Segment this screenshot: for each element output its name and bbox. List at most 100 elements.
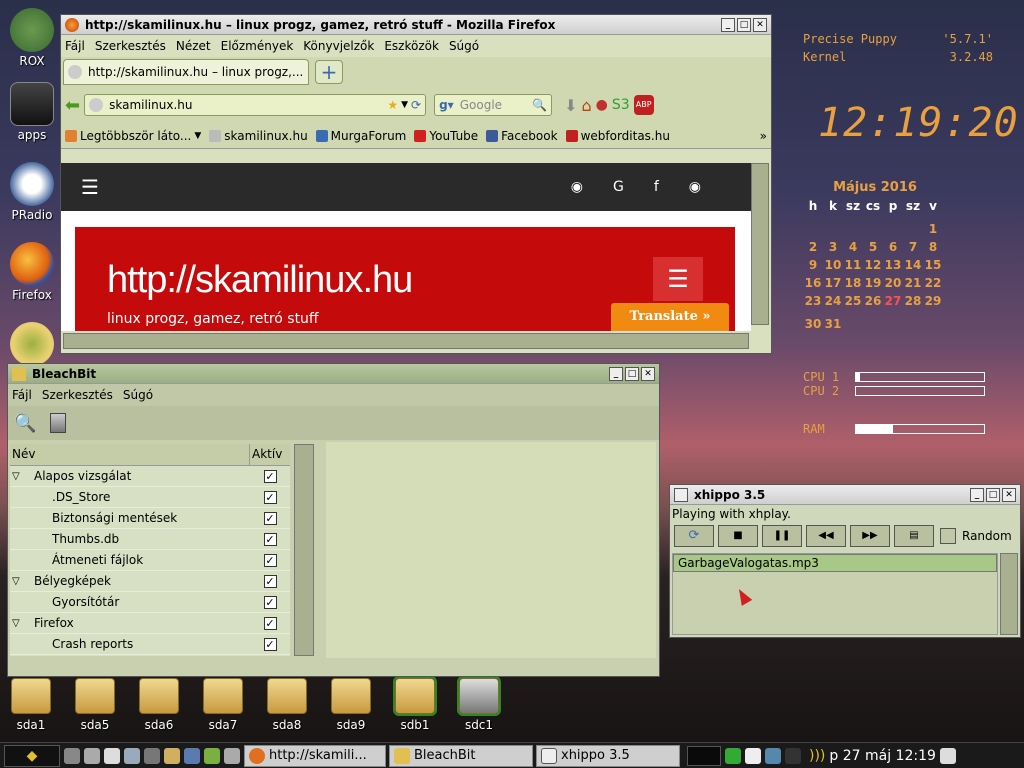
task-bleachbit[interactable]: BleachBit [389, 744, 533, 767]
drive-sda5[interactable]: sda5 [67, 678, 123, 732]
ladybug-icon[interactable]: ● [596, 97, 608, 113]
tree-row[interactable]: Crash reports ✓ [10, 634, 290, 655]
desktop-icon-firefox[interactable]: Firefox [4, 242, 60, 302]
column-name[interactable]: Név [10, 444, 250, 465]
tree-scrollbar[interactable] [294, 444, 314, 656]
active-checkbox[interactable]: ✓ [263, 469, 277, 483]
tree-row[interactable]: ▽ Alapos vizsgálat ✓ [10, 466, 290, 487]
close-button[interactable]: ✕ [1002, 487, 1016, 502]
translate-button[interactable]: Translate » [611, 303, 729, 331]
new-tab-button[interactable]: + [315, 60, 343, 84]
active-checkbox[interactable]: ✓ [263, 553, 277, 567]
clipboard-icon[interactable] [745, 747, 761, 764]
bookmark-youtube[interactable]: YouTube [414, 129, 478, 143]
tree-row[interactable]: Átmeneti fájlok ✓ [10, 550, 290, 571]
star-icon[interactable]: ★ [387, 98, 398, 112]
random-checkbox[interactable] [940, 528, 956, 544]
eject-icon[interactable]: ▤ [894, 525, 934, 547]
tree-row[interactable]: .DS_Store ✓ [10, 487, 290, 508]
search-box[interactable]: g▾ Google 🔍 [434, 94, 553, 116]
playlist-item[interactable]: GarbageValogatas.mp3 [673, 554, 997, 572]
tab-active[interactable]: http://skamilinux.hu – linux progz,... [63, 59, 309, 85]
more-bookmarks-icon[interactable]: » [760, 129, 767, 143]
bookmark-most-visited[interactable]: Legtöbbször láto... ▼ [65, 129, 201, 143]
settings-gear-icon[interactable] [84, 747, 100, 764]
minimize-button[interactable]: _ [970, 487, 984, 502]
maximize-button[interactable]: □ [986, 487, 1000, 502]
drive-sda6[interactable]: sda6 [131, 678, 187, 732]
menu-edit[interactable]: Szerkesztés [42, 388, 113, 402]
maximize-button[interactable]: □ [625, 366, 639, 381]
drive-sdb1[interactable]: sdb1 [387, 676, 443, 732]
fast-forward-icon[interactable]: ▶▶ [850, 525, 890, 547]
close-button[interactable]: ✕ [641, 366, 655, 381]
desktop-icon-teacup[interactable] [4, 322, 60, 368]
display-icon[interactable] [785, 747, 801, 764]
computer-icon[interactable] [124, 747, 140, 764]
site-hamburger-button[interactable]: ☰ [653, 257, 703, 301]
xhippo-titlebar[interactable]: xhippo 3.5 _ □ ✕ [670, 485, 1020, 505]
network-icon[interactable] [765, 747, 781, 764]
vertical-scrollbar[interactable] [751, 163, 769, 325]
adblock-icon[interactable]: ABP [633, 95, 654, 115]
tree-row[interactable]: ▽ Bélyegképek ✓ [10, 571, 290, 592]
menu-history[interactable]: Előzmények [221, 39, 294, 53]
files-icon[interactable] [164, 747, 180, 764]
desktop-icon-pradio[interactable]: PRadio [4, 162, 60, 222]
expander-triangle-icon[interactable]: ▽ [12, 576, 34, 587]
hamburger-menu-icon[interactable]: ☰ [81, 175, 99, 199]
s3-icon[interactable]: S3 [612, 97, 630, 113]
menu-help[interactable]: Súgó [123, 388, 153, 402]
bookmark-webforditas[interactable]: webforditas.hu [565, 129, 670, 143]
reload-icon[interactable]: ⟳ [411, 98, 421, 112]
active-checkbox[interactable]: ✓ [263, 637, 277, 651]
rss-icon[interactable]: ◉ [571, 179, 613, 195]
close-button[interactable]: ✕ [753, 17, 767, 32]
stop-icon[interactable]: ■ [718, 525, 758, 547]
menu-help[interactable]: Súgó [449, 39, 479, 53]
drive-sda9[interactable]: sda9 [323, 678, 379, 732]
task-firefox[interactable]: http://skamili... [244, 744, 386, 767]
bookmark-murgaforum[interactable]: MurgaForum [315, 129, 406, 143]
drive-sdc1[interactable]: sdc1 [451, 676, 507, 732]
menu-bookmarks[interactable]: Könyvjelzők [303, 39, 374, 53]
playlist-scrollbar[interactable] [1000, 553, 1018, 635]
paper-plane-icon[interactable] [224, 747, 240, 764]
expander-triangle-icon[interactable]: ▽ [12, 471, 34, 482]
editor-icon[interactable] [204, 747, 220, 764]
quicklaunch-icon[interactable] [64, 747, 80, 764]
back-arrow-icon[interactable]: ⬅ [65, 95, 80, 116]
delete-trash-icon[interactable] [50, 413, 67, 433]
minimize-button[interactable]: _ [609, 366, 623, 381]
battery-icon[interactable] [725, 747, 741, 764]
menu-file[interactable]: Fájl [65, 39, 85, 53]
maximize-button[interactable]: □ [737, 17, 751, 32]
tree-row[interactable]: Biztonsági mentések ✓ [10, 508, 290, 529]
info-icon[interactable] [939, 747, 956, 764]
drive-sda7[interactable]: sda7 [195, 678, 251, 732]
taskbar-clock[interactable]: p 27 máj 12:19 [829, 748, 936, 764]
active-checkbox[interactable]: ✓ [263, 490, 277, 504]
desktop-icon-rox[interactable]: ROX [4, 8, 60, 68]
download-arrow-icon[interactable]: ⬇ [564, 96, 577, 115]
active-checkbox[interactable]: ✓ [263, 574, 277, 588]
active-checkbox[interactable]: ✓ [263, 532, 277, 546]
tree-row[interactable]: Gyorsítótár ✓ [10, 592, 290, 613]
menu-file[interactable]: Fájl [12, 388, 32, 402]
menu-tools[interactable]: Eszközök [384, 39, 439, 53]
minimize-button[interactable]: _ [721, 17, 735, 32]
task-xhippo[interactable]: xhippo 3.5 [536, 744, 680, 767]
menu-view[interactable]: Nézet [176, 39, 211, 53]
calculator-icon[interactable] [184, 747, 200, 764]
expander-triangle-icon[interactable]: ▽ [12, 618, 34, 629]
site-heading[interactable]: http://skamilinux.hu [107, 259, 413, 302]
active-checkbox[interactable]: ✓ [263, 595, 277, 609]
eyes-icon[interactable] [104, 747, 120, 764]
preview-magnifier-icon[interactable]: 🔍 [14, 413, 36, 434]
rewind-icon[interactable]: ◀◀ [806, 525, 846, 547]
tree-row[interactable]: ▽ Firefox ✓ [10, 613, 290, 634]
active-checkbox[interactable]: ✓ [263, 511, 277, 525]
firefox-titlebar[interactable]: http://skamilinux.hu – linux progz, game… [61, 15, 771, 35]
bleachbit-titlebar[interactable]: BleachBit _ □ ✕ [8, 364, 659, 384]
menu-edit[interactable]: Szerkesztés [95, 39, 166, 53]
